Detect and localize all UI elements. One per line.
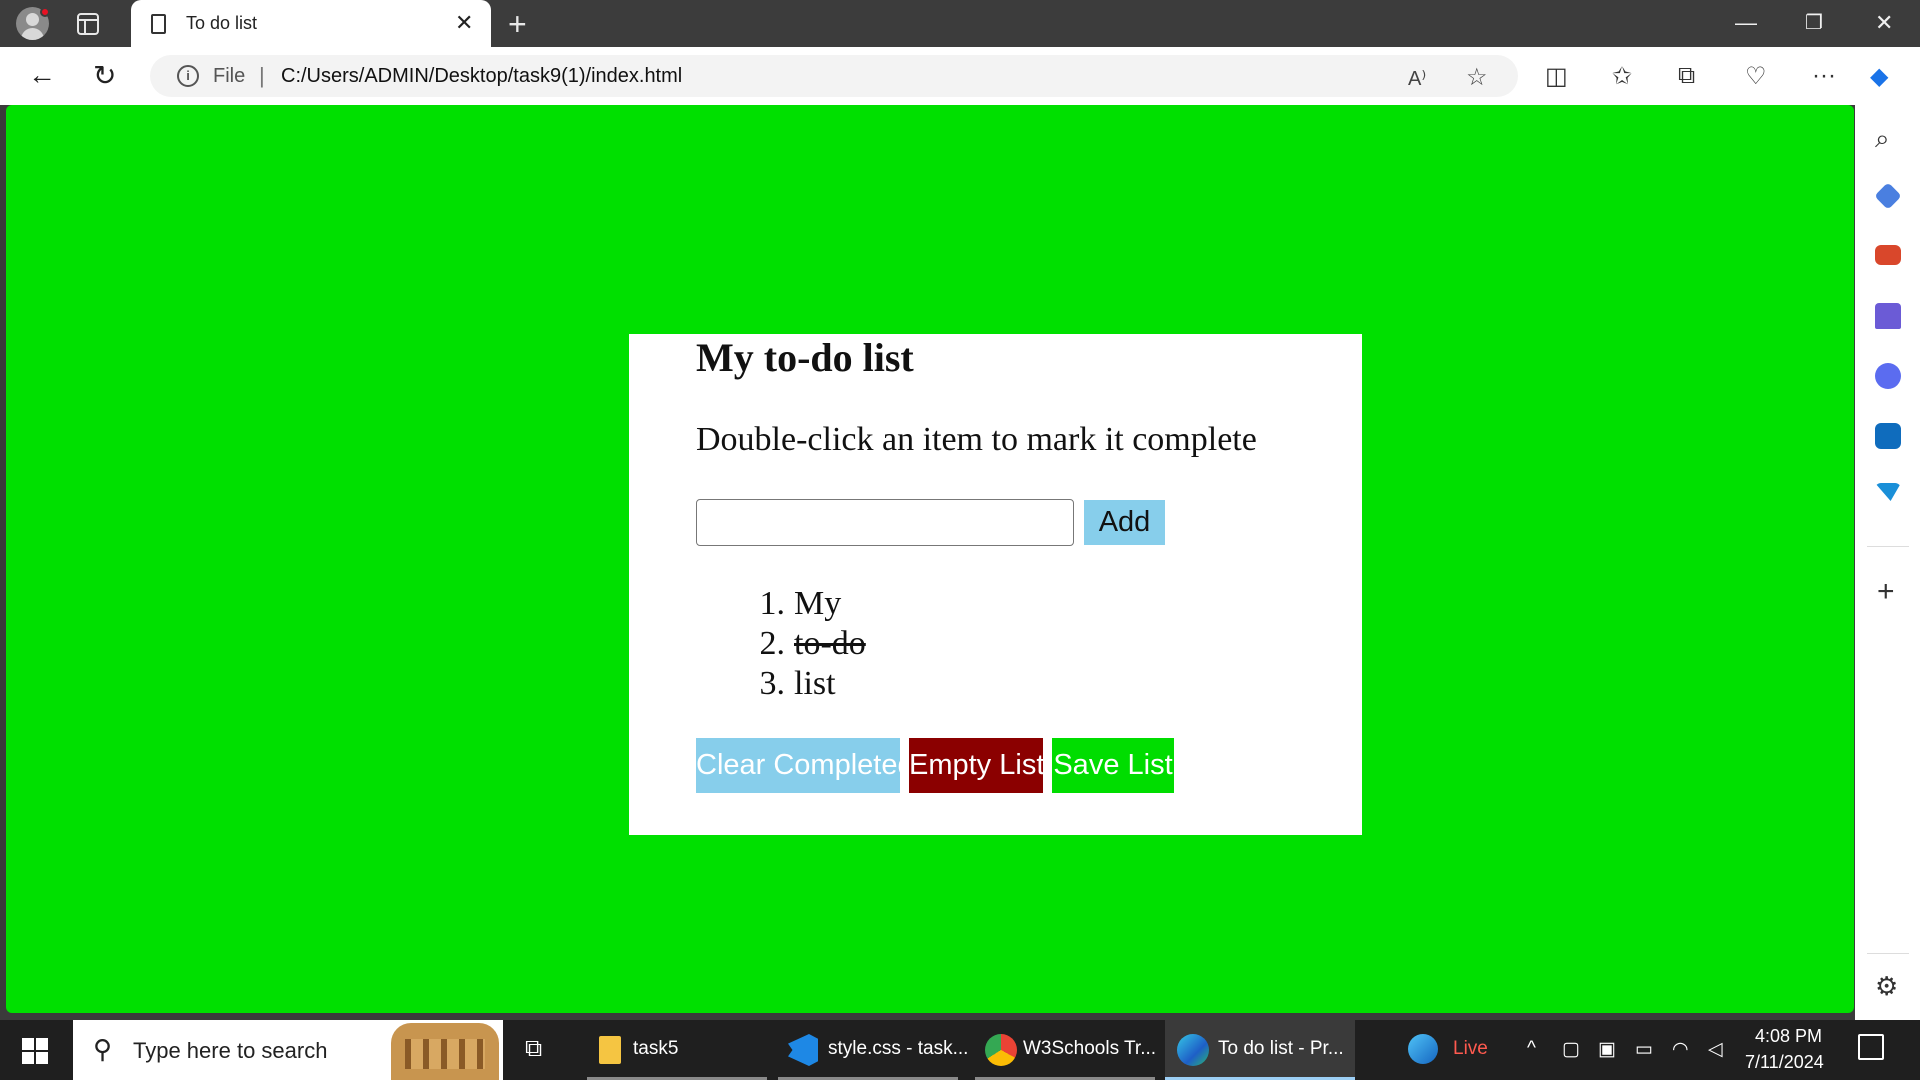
taskbar-app-task5[interactable]: task5 [587,1020,767,1080]
task-view-icon[interactable]: ⧉ [525,1035,542,1063]
search-placeholder: Type here to search [133,1038,328,1063]
document-icon [151,14,166,34]
taskbar-app-edge[interactable]: To do list - Pr... [1165,1020,1355,1080]
more-options-icon[interactable]: ··· [1812,62,1836,90]
list-item[interactable]: 3. list [749,664,866,704]
tab-actions-icon[interactable] [77,13,99,35]
window-close-icon[interactable]: ✕ [1875,10,1893,36]
notification-center-icon[interactable] [1858,1034,1884,1060]
sidebar-divider [1867,953,1909,954]
notification-dot [40,7,50,17]
new-tab-icon[interactable]: + [508,6,527,43]
search-magnifier-icon: ⚲ [93,1034,113,1064]
windows-start-icon[interactable] [22,1038,48,1064]
back-icon[interactable]: ← [28,59,56,91]
edge-sidebar: ⌕ + ⚙ [1855,105,1920,1020]
restore-icon[interactable]: ❐ [1805,10,1823,35]
vscode-icon [788,1034,818,1066]
weather-live-icon[interactable] [1408,1034,1438,1064]
close-tab-icon[interactable]: ✕ [455,10,473,36]
taskbar-search-box[interactable]: ⚲ Type here to search [73,1020,503,1080]
wifi-icon[interactable]: ◠ [1672,1038,1689,1061]
browser-title-bar: To do list ✕ + — ❐ ✕ [0,0,1920,47]
page-background: My to-do list Double-click an item to ma… [6,105,1854,1013]
tab-title: To do list [186,13,258,33]
item-number: 1. [759,585,786,622]
item-text: to-do [794,625,866,662]
item-text: list [794,665,836,702]
minimize-icon[interactable]: — [1735,10,1757,36]
taskbar-app-label: task5 [633,1038,679,1059]
sidebar-divider [1867,546,1909,547]
url-scheme-label: File [213,65,246,87]
favorites-icon[interactable]: ✩ [1612,62,1632,91]
edge-icon [1177,1034,1209,1066]
read-aloud-icon[interactable]: A⁾ [1408,66,1426,91]
list-item[interactable]: 1. My [749,584,866,624]
refresh-icon[interactable]: ↻ [93,59,116,92]
show-hidden-icons-chevron-icon[interactable]: ^ [1527,1038,1536,1060]
taskbar-app-label: style.css - task... [828,1038,969,1059]
todo-card: My to-do list Double-click an item to ma… [629,334,1362,835]
taskbar-app-label: W3Schools Tr... [1023,1038,1157,1059]
navigation-bar: ← ↻ i File | C:/Users/ADMIN/Desktop/task… [0,47,1920,105]
save-list-button[interactable]: Save List [1052,738,1174,793]
todo-input[interactable] [696,499,1074,546]
instructions-text: Double-click an item to mark it complete [696,421,1257,458]
windows-taskbar: ⚲ Type here to search ⧉ task5 style.css … [0,1020,1920,1080]
clock-time[interactable]: 4:08 PM [1755,1026,1822,1047]
volume-icon[interactable]: ◁ [1708,1038,1723,1061]
taskbar-app-label: To do list - Pr... [1218,1038,1344,1059]
games-icon[interactable] [1875,303,1901,329]
meet-now-icon[interactable]: ▢ [1562,1038,1580,1061]
taskbar-app-vscode[interactable]: style.css - task... [778,1020,968,1080]
clock-date[interactable]: 7/11/2024 [1745,1052,1824,1073]
page-title: My to-do list [696,335,914,380]
shopping-tag-icon[interactable] [1874,182,1902,210]
microsoft-365-icon[interactable] [1875,363,1901,389]
address-bar[interactable]: i File | C:/Users/ADMIN/Desktop/task9(1)… [150,55,1518,97]
display-icon[interactable]: ▣ [1598,1038,1616,1061]
browser-essentials-icon[interactable]: ♡ [1745,62,1767,91]
url-separator: | [259,63,265,88]
clear-completed-button[interactable]: Clear Completed [696,738,914,793]
list-item-completed[interactable]: 2. to-do [749,624,866,664]
search-icon[interactable]: ⌕ [1875,123,1890,155]
site-info-icon[interactable]: i [177,65,199,87]
item-number: 2. [759,625,786,662]
search-highlight-image[interactable] [391,1023,499,1080]
favorite-star-icon[interactable]: ☆ [1466,63,1488,92]
settings-gear-icon[interactable]: ⚙ [1875,971,1898,1002]
tools-icon[interactable] [1875,245,1901,265]
taskbar-app-chrome[interactable]: W3Schools Tr... [975,1020,1157,1080]
outlook-icon[interactable] [1875,423,1901,449]
add-sidebar-app-icon[interactable]: + [1877,575,1895,609]
collections-icon[interactable]: ⧉ [1678,62,1695,90]
active-tab[interactable]: To do list ✕ [131,0,491,47]
copilot-icon[interactable]: ◆ [1870,62,1888,91]
folder-icon [599,1036,621,1064]
battery-icon[interactable]: ▭ [1635,1038,1653,1061]
add-button[interactable]: Add [1084,500,1165,545]
todo-list: 1. My 2. to-do 3. list [749,584,866,704]
item-text: My [794,585,842,622]
item-number: 3. [759,665,786,702]
chrome-icon [985,1034,1017,1066]
split-screen-icon[interactable]: ◫ [1545,62,1568,91]
live-label[interactable]: Live [1453,1038,1488,1060]
empty-list-button[interactable]: Empty List [909,738,1044,793]
send-icon[interactable] [1875,483,1901,501]
url-text[interactable]: C:/Users/ADMIN/Desktop/task9(1)/index.ht… [281,65,682,88]
